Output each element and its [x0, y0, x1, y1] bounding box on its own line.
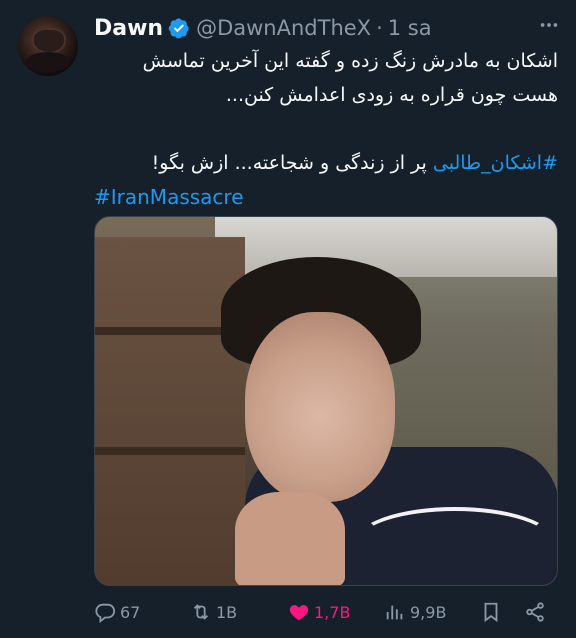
action-bar: 67 1B 1,7B 9,9B	[94, 598, 558, 626]
tweet[interactable]: Dawn @DawnAndTheX · 1 sa اشکان به مادرش …	[0, 0, 576, 638]
author-handle[interactable]: @DawnAndTheX	[196, 16, 371, 40]
tweet-line-3-text: پر از زندگی و شجاعته... ازش بگو	[159, 152, 433, 174]
hashtag-iran-massacre[interactable]: #IranMassacre	[94, 185, 244, 209]
photo-shelf	[95, 447, 245, 455]
views-count: 9,9B	[410, 602, 447, 622]
like-count: 1,7B	[314, 602, 351, 622]
photo-hand	[235, 492, 345, 585]
tweet-text: اشکان به مادرش زنگ زده و گفته این آخرین …	[94, 44, 558, 214]
verified-badge-icon	[168, 17, 190, 39]
tweet-line-3: #اشکان_طالبی پر از زندگی و شجاعته... ازش…	[94, 146, 558, 180]
separator-dot: ·	[376, 16, 383, 40]
tweet-header: Dawn @DawnAndTheX · 1 sa	[94, 14, 562, 42]
timestamp[interactable]: 1 sa	[388, 16, 432, 40]
like-icon	[289, 605, 309, 621]
avatar[interactable]	[18, 16, 78, 76]
retweet-button[interactable]: 1B	[190, 598, 237, 626]
retweet-icon	[193, 604, 209, 620]
retweet-count: 1B	[216, 602, 238, 622]
tweet-photo[interactable]	[94, 216, 558, 586]
tweet-line-2: هست چون قراره به زودی اعدامش کنن...	[225, 84, 558, 106]
avatar-figure	[32, 28, 66, 54]
bookmark-icon	[484, 602, 498, 623]
tweet-line-1: اشکان به مادرش زنگ زده و گفته این آخرین …	[142, 50, 558, 72]
reply-icon	[95, 603, 116, 623]
views-button[interactable]: 9,9B	[384, 598, 446, 626]
like-button[interactable]: 1,7B	[288, 598, 350, 626]
reply-count: 67	[120, 602, 141, 622]
more-icon[interactable]	[536, 14, 562, 42]
avatar-shadow	[26, 52, 70, 72]
share-icon	[526, 602, 544, 622]
photo-earphone-cable	[355, 507, 555, 577]
reply-button[interactable]: 67	[94, 598, 140, 626]
photo-face	[245, 312, 395, 502]
share-button[interactable]	[524, 598, 546, 626]
bookmark-button[interactable]	[480, 598, 502, 626]
views-icon	[386, 605, 403, 620]
hashtag-ashkan-talebi[interactable]: #اشکان_طالبی	[433, 152, 558, 174]
author-name[interactable]: Dawn	[94, 16, 163, 41]
tweet-line-4: #IranMassacre	[94, 180, 558, 214]
photo-cabinet	[95, 237, 245, 585]
